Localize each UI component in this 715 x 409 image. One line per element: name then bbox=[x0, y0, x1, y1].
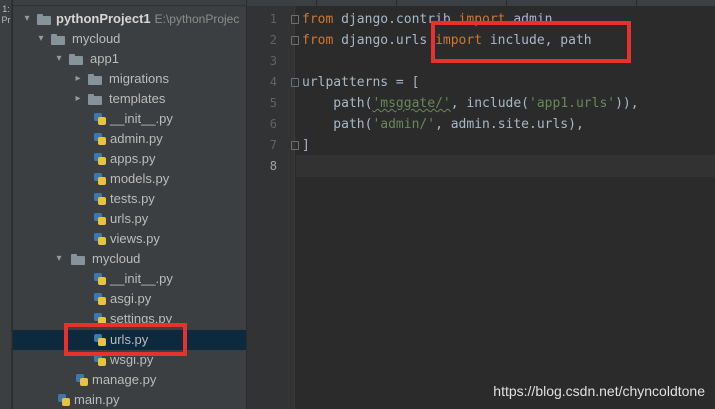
fold-marker-icon[interactable] bbox=[291, 141, 299, 150]
highlight-box-code bbox=[431, 21, 631, 63]
line-number: 7 bbox=[269, 138, 277, 152]
python-file-icon bbox=[93, 172, 107, 186]
chevron-down-icon[interactable]: ▾ bbox=[21, 9, 33, 29]
project-path: E:\pythonProjec bbox=[154, 12, 240, 26]
tree-item-label: main.py bbox=[74, 392, 120, 407]
python-file-icon bbox=[93, 192, 107, 206]
python-file-icon bbox=[93, 272, 107, 286]
chevron-down-icon[interactable]: ▾ bbox=[53, 49, 65, 69]
current-line-highlight bbox=[296, 155, 715, 177]
python-file-icon bbox=[57, 393, 71, 407]
tree-item-label: views.py bbox=[110, 231, 160, 246]
editor-tab[interactable] bbox=[337, 0, 397, 6]
editor-tab[interactable] bbox=[577, 0, 637, 6]
watermark: https://blog.csdn.net/chyncoldtone bbox=[493, 383, 705, 399]
code-line-6: path('admin/', admin.site.urls), bbox=[302, 117, 584, 132]
code-line-4: urlpatterns = [ bbox=[302, 75, 420, 90]
tree-item-label: mycloud bbox=[72, 31, 121, 46]
tree-item-label: __init__.py bbox=[110, 111, 173, 126]
folder-icon bbox=[71, 254, 85, 265]
folder-icon bbox=[88, 94, 102, 105]
chevron-right-icon[interactable]: ▸ bbox=[72, 69, 84, 89]
fold-marker-icon[interactable] bbox=[291, 78, 299, 87]
line-number: 6 bbox=[269, 117, 277, 131]
line-number: 5 bbox=[269, 96, 277, 110]
chevron-down-icon[interactable]: ▾ bbox=[53, 249, 65, 269]
tree-item-label: templates bbox=[109, 91, 166, 106]
line-number: 2 bbox=[269, 33, 277, 47]
fold-marker-icon[interactable] bbox=[291, 36, 299, 45]
project-name: pythonProject1 bbox=[56, 11, 151, 26]
folder-icon bbox=[69, 54, 83, 65]
tree-item-label: mycloud bbox=[92, 251, 141, 266]
folder-icon bbox=[88, 74, 102, 85]
line-number: 1 bbox=[269, 12, 277, 26]
highlight-box-tree bbox=[64, 323, 187, 356]
python-file-icon bbox=[93, 112, 107, 126]
tree-item-label: migrations bbox=[109, 71, 169, 86]
python-file-icon bbox=[93, 292, 107, 306]
editor-tab[interactable] bbox=[447, 0, 507, 6]
panel-header bbox=[13, 0, 246, 6]
python-file-icon bbox=[93, 152, 107, 166]
tree-item-label: models.py bbox=[110, 171, 170, 186]
tree-item-label: app1 bbox=[90, 51, 119, 66]
project-tool-window-label[interactable]: 1: Pr bbox=[0, 4, 12, 26]
python-file-icon bbox=[93, 212, 107, 226]
fold-marker-icon[interactable] bbox=[291, 15, 299, 24]
python-file-icon bbox=[93, 232, 107, 246]
editor-tab-strip bbox=[247, 0, 715, 6]
chevron-right-icon[interactable]: ▸ bbox=[72, 89, 84, 109]
tree-item-label: apps.py bbox=[110, 151, 156, 166]
python-file-icon bbox=[93, 132, 107, 146]
line-number-current: 8 bbox=[269, 159, 277, 173]
code-line-5: path('msggate/', include('app1.urls')), bbox=[302, 96, 639, 111]
tree-item-label: asgi.py bbox=[110, 291, 152, 306]
tree-item-label: tests.py bbox=[110, 191, 155, 206]
folder-icon bbox=[37, 14, 51, 25]
left-tool-strip: 1: Pr bbox=[0, 0, 12, 409]
code-line-7: ] bbox=[302, 138, 310, 153]
chevron-down-icon[interactable]: ▾ bbox=[35, 29, 47, 49]
tree-item-label: urls.py bbox=[110, 211, 149, 226]
line-number: 4 bbox=[269, 75, 277, 89]
tree-item-label: admin.py bbox=[110, 131, 163, 146]
tree-item-label: __init__.py bbox=[110, 271, 173, 286]
tree-item-label: manage.py bbox=[92, 372, 157, 387]
line-number: 3 bbox=[269, 54, 277, 68]
python-file-icon bbox=[75, 373, 89, 387]
folder-icon bbox=[51, 34, 65, 45]
